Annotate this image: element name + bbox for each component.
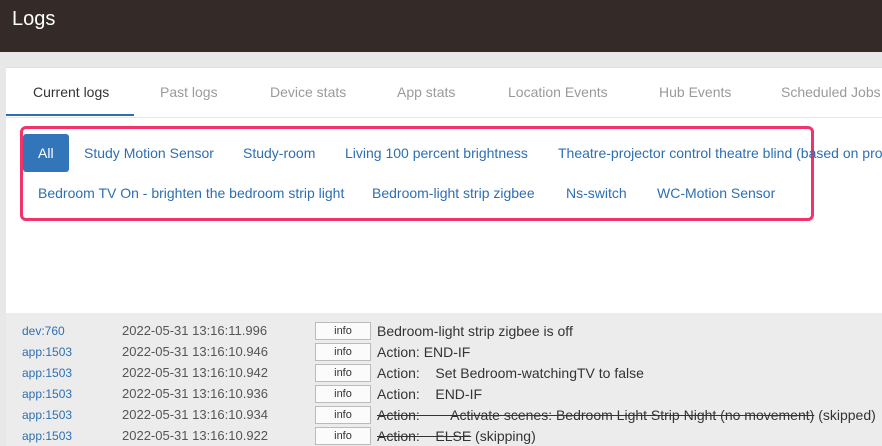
log-message: Bedroom-light strip zigbee is off <box>377 323 573 339</box>
header-bar: Logs <box>0 0 882 52</box>
logs-panel: Current logs Past logs Device stats App … <box>6 67 882 446</box>
filter-living-100-brightness[interactable]: Living 100 percent brightness <box>345 145 528 161</box>
log-message: Action: Set Bedroom-watchingTV to false <box>377 365 644 381</box>
log-message: Action: END-IF <box>377 344 471 360</box>
log-level-badge: info <box>315 385 371 403</box>
tab-device-stats[interactable]: Device stats <box>270 84 346 100</box>
tab-bar: Current logs Past logs Device stats App … <box>6 68 882 118</box>
log-source-link[interactable]: app:1503 <box>22 345 72 359</box>
log-row: app:1503 2022-05-31 13:16:10.946 info Ac… <box>6 341 882 362</box>
log-source-link[interactable]: app:1503 <box>22 429 72 443</box>
log-level-badge: info <box>315 343 371 361</box>
filter-study-motion-sensor[interactable]: Study Motion Sensor <box>84 145 214 161</box>
log-level-badge: info <box>315 322 371 340</box>
log-timestamp: 2022-05-31 13:16:10.946 <box>122 344 269 359</box>
filter-theatre-projector[interactable]: Theatre-projector control theatre blind … <box>558 145 882 161</box>
log-message-tail: (skipped) <box>814 407 876 423</box>
log-row: app:1503 2022-05-31 13:16:10.936 info Ac… <box>6 383 882 404</box>
log-message: Action: ELSE (skipping) <box>377 428 536 444</box>
log-message: Action: Activate scenes: Bedroom Light S… <box>377 407 876 423</box>
tab-location-events[interactable]: Location Events <box>508 84 608 100</box>
log-level-badge: info <box>315 427 371 445</box>
filter-bedroom-light-strip[interactable]: Bedroom-light strip zigbee <box>372 185 535 201</box>
log-timestamp: 2022-05-31 13:16:10.936 <box>122 386 269 401</box>
filter-chip-area: All Study Motion Sensor Study-room Livin… <box>6 118 882 228</box>
log-list: dev:760 2022-05-31 13:16:11.996 info Bed… <box>6 313 882 446</box>
active-tab-indicator <box>6 114 134 116</box>
log-level-badge: info <box>315 406 371 424</box>
log-level-badge: info <box>315 364 371 382</box>
log-row: app:1503 2022-05-31 13:16:10.922 info Ac… <box>6 425 882 446</box>
page-title: Logs <box>12 8 56 30</box>
filter-all[interactable]: All <box>23 134 69 172</box>
log-timestamp: 2022-05-31 13:16:10.922 <box>122 428 269 443</box>
log-message-tail: (skipping) <box>471 428 536 444</box>
tab-app-stats[interactable]: App stats <box>397 84 455 100</box>
filter-ns-switch[interactable]: Ns-switch <box>566 185 627 201</box>
log-source-link[interactable]: app:1503 <box>22 408 72 422</box>
filter-bedroom-tv-on[interactable]: Bedroom TV On - brighten the bedroom str… <box>38 185 344 201</box>
log-message: Action: END-IF <box>377 386 483 402</box>
log-timestamp: 2022-05-31 13:16:10.942 <box>122 365 269 380</box>
log-message-struck: Action: ELSE <box>377 428 472 444</box>
log-row: app:1503 2022-05-31 13:16:10.934 info Ac… <box>6 404 882 425</box>
log-source-link[interactable]: dev:760 <box>22 324 65 338</box>
log-message-struck: Action: Activate scenes: Bedroom Light S… <box>377 407 815 423</box>
log-source-link[interactable]: app:1503 <box>22 387 72 401</box>
log-source-link[interactable]: app:1503 <box>22 366 72 380</box>
tab-current-logs[interactable]: Current logs <box>33 84 109 100</box>
tab-hub-events[interactable]: Hub Events <box>659 84 731 100</box>
log-row: app:1503 2022-05-31 13:16:10.942 info Ac… <box>6 362 882 383</box>
tab-scheduled-jobs[interactable]: Scheduled Jobs <box>781 84 881 100</box>
log-row: dev:760 2022-05-31 13:16:11.996 info Bed… <box>6 320 882 341</box>
tab-past-logs[interactable]: Past logs <box>160 84 218 100</box>
filter-wc-motion-sensor[interactable]: WC-Motion Sensor <box>657 185 775 201</box>
log-timestamp: 2022-05-31 13:16:11.996 <box>122 323 268 338</box>
filter-study-room[interactable]: Study-room <box>243 145 315 161</box>
log-timestamp: 2022-05-31 13:16:10.934 <box>122 407 269 422</box>
